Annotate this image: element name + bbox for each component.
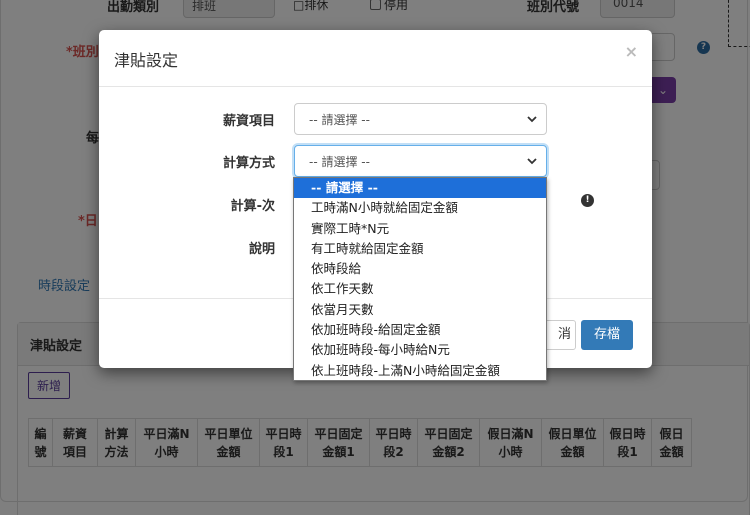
calc-method-select[interactable]: -- 請選擇 -- (294, 145, 547, 177)
dropdown-option[interactable]: 依上班時段-上滿N小時給固定金額 (294, 361, 546, 380)
calc-method-dropdown-list: -- 請選擇 -- 工時滿N小時就給固定金額 實際工時*N元 有工時就給固定金額… (293, 177, 547, 381)
description-label: 說明 (248, 242, 275, 257)
salary-item-label: 薪資項目 (222, 114, 275, 129)
chevron-down-icon (527, 158, 537, 165)
dropdown-option[interactable]: 依工作天數 (294, 279, 546, 299)
modal-header: 津貼設定 × (99, 30, 652, 87)
dropdown-option[interactable]: 依加班時段-給固定金額 (294, 320, 546, 340)
salary-item-row: 薪資項目 -- 請選擇 -- (99, 103, 652, 135)
close-icon[interactable]: × (625, 42, 638, 61)
modal-title: 津貼設定 (114, 51, 179, 70)
calc-method-row: 計算方式 -- 請選擇 -- (99, 145, 652, 177)
dropdown-option[interactable]: 依當月天數 (294, 300, 546, 320)
calc-method-label: 計算方式 (222, 156, 275, 171)
calc-count-label: 計算-次 (230, 199, 275, 214)
dropdown-option[interactable]: -- 請選擇 -- (294, 178, 546, 199)
calc-method-value: -- 請選擇 -- (309, 155, 370, 169)
dropdown-option[interactable]: 實際工時*N元 (294, 219, 546, 239)
dropdown-option[interactable]: 工時滿N小時就給固定金額 (294, 198, 546, 218)
salary-item-select[interactable]: -- 請選擇 -- (294, 103, 547, 135)
dropdown-option[interactable]: 有工時就給固定金額 (294, 239, 546, 259)
save-button[interactable]: 存檔 (581, 320, 633, 350)
dropdown-option[interactable]: 依加班時段-每小時給N元 (294, 340, 546, 360)
dropdown-option[interactable]: 依時段給 (294, 259, 546, 279)
info-icon[interactable]: ! (581, 194, 594, 207)
salary-item-value: -- 請選擇 -- (309, 113, 370, 127)
chevron-down-icon (527, 116, 537, 123)
